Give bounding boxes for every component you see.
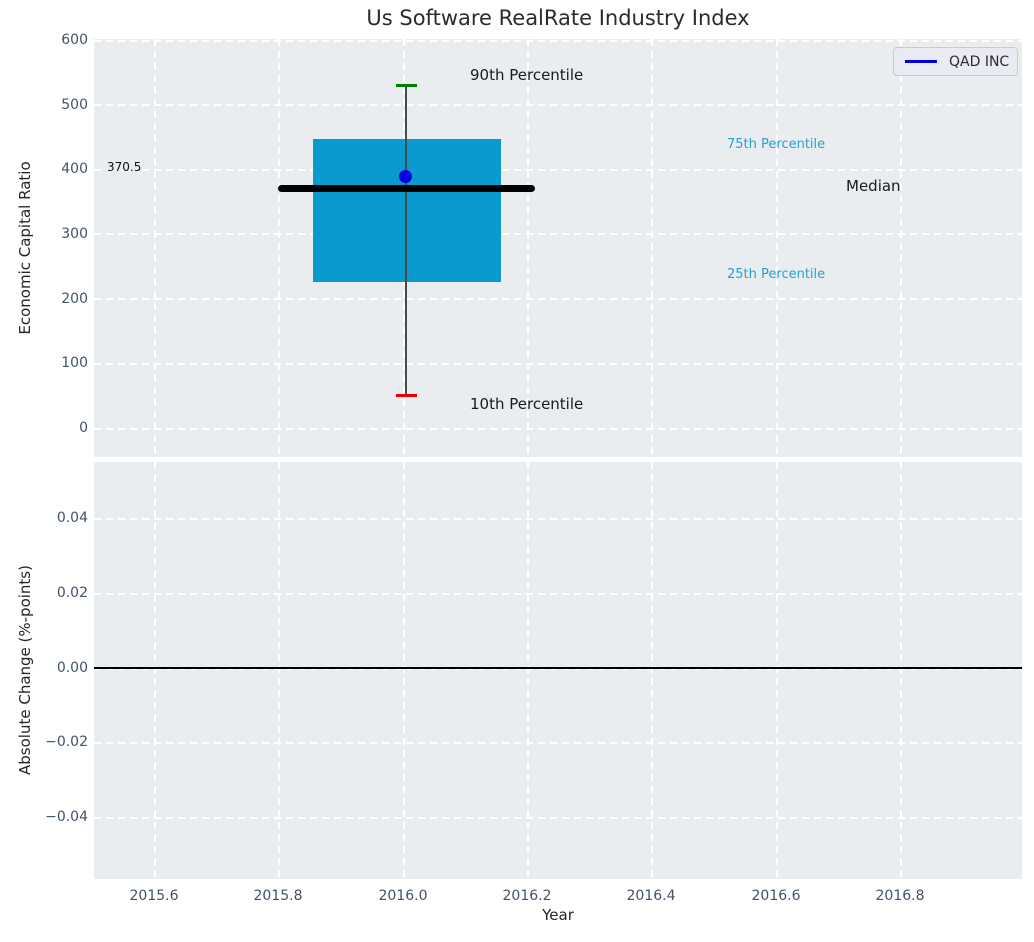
top-subplot: 90th Percentile 10th Percentile 75th Per… <box>94 39 1022 457</box>
gridline-vertical <box>651 462 653 879</box>
ytick-300: 300 <box>61 226 88 242</box>
boxplot-iqr-box <box>313 139 501 282</box>
zero-reference-line <box>94 667 1022 669</box>
legend-line-sample <box>905 60 937 63</box>
gridline-horizontal <box>94 233 1022 235</box>
xtick-2016.6: 2016.6 <box>751 888 801 904</box>
xtick-2016.0: 2016.0 <box>378 888 428 904</box>
gridline-vertical <box>154 39 156 457</box>
gridline-horizontal <box>94 593 1022 595</box>
xtick-2016.8: 2016.8 <box>875 888 925 904</box>
boxplot-median-line <box>278 185 535 192</box>
annotation-90th-percentile: 90th Percentile <box>470 66 584 84</box>
legend-box: QAD INC <box>893 47 1018 76</box>
gridline-vertical <box>776 39 778 457</box>
legend-label: QAD INC <box>949 53 1010 70</box>
ytick-200: 200 <box>61 291 88 307</box>
bottom-y-axis-label: Absolute Change (%-points) <box>16 565 34 775</box>
gridline-vertical <box>403 462 405 879</box>
annotation-25th-percentile: 25th Percentile <box>727 267 826 282</box>
ytick-neg0.02: −0.02 <box>45 734 88 750</box>
ytick-0.02: 0.02 <box>56 585 88 601</box>
gridline-vertical <box>527 462 529 879</box>
gridline-horizontal <box>94 518 1022 520</box>
gridline-horizontal <box>94 40 1022 42</box>
ytick-0.00: 0.00 <box>56 660 88 676</box>
xtick-2016.4: 2016.4 <box>626 888 676 904</box>
xtick-2016.2: 2016.2 <box>502 888 552 904</box>
gridline-vertical <box>900 39 902 457</box>
gridline-vertical <box>900 462 902 879</box>
ytick-100: 100 <box>61 355 88 371</box>
ytick-400: 400 <box>61 161 88 177</box>
ytick-500: 500 <box>61 97 88 113</box>
ytick-600: 600 <box>61 32 88 48</box>
gridline-horizontal <box>94 742 1022 744</box>
xtick-2015.8: 2015.8 <box>253 888 303 904</box>
annotation-75th-percentile: 75th Percentile <box>727 137 826 152</box>
x-axis-label: Year <box>542 906 574 924</box>
gridline-vertical <box>278 462 280 879</box>
ytick-0.04: 0.04 <box>56 510 88 526</box>
gridline-vertical <box>776 462 778 879</box>
gridline-horizontal <box>94 104 1022 106</box>
top-y-axis-label: Economic Capital Ratio <box>16 161 34 335</box>
ytick-neg0.04: −0.04 <box>45 809 88 825</box>
chart-title: Us Software RealRate Industry Index <box>366 6 750 30</box>
annotation-median: Median <box>846 177 901 195</box>
gridline-vertical <box>651 39 653 457</box>
bottom-subplot <box>94 462 1022 879</box>
gridline-vertical <box>154 462 156 879</box>
xtick-2015.6: 2015.6 <box>129 888 179 904</box>
median-value-label: 370.5 <box>107 160 142 174</box>
company-data-point <box>399 170 412 183</box>
boxplot-90th-cap <box>396 84 417 87</box>
ytick-0: 0 <box>79 420 88 436</box>
figure-canvas: Us Software RealRate Industry Index 90th… <box>0 0 1034 942</box>
boxplot-10th-cap <box>396 394 417 397</box>
gridline-vertical <box>278 39 280 457</box>
gridline-horizontal <box>94 817 1022 819</box>
annotation-10th-percentile: 10th Percentile <box>470 395 584 413</box>
gridline-horizontal <box>94 428 1022 430</box>
boxplot-whisker-line <box>405 85 407 395</box>
gridline-horizontal <box>94 363 1022 365</box>
gridline-horizontal <box>94 298 1022 300</box>
